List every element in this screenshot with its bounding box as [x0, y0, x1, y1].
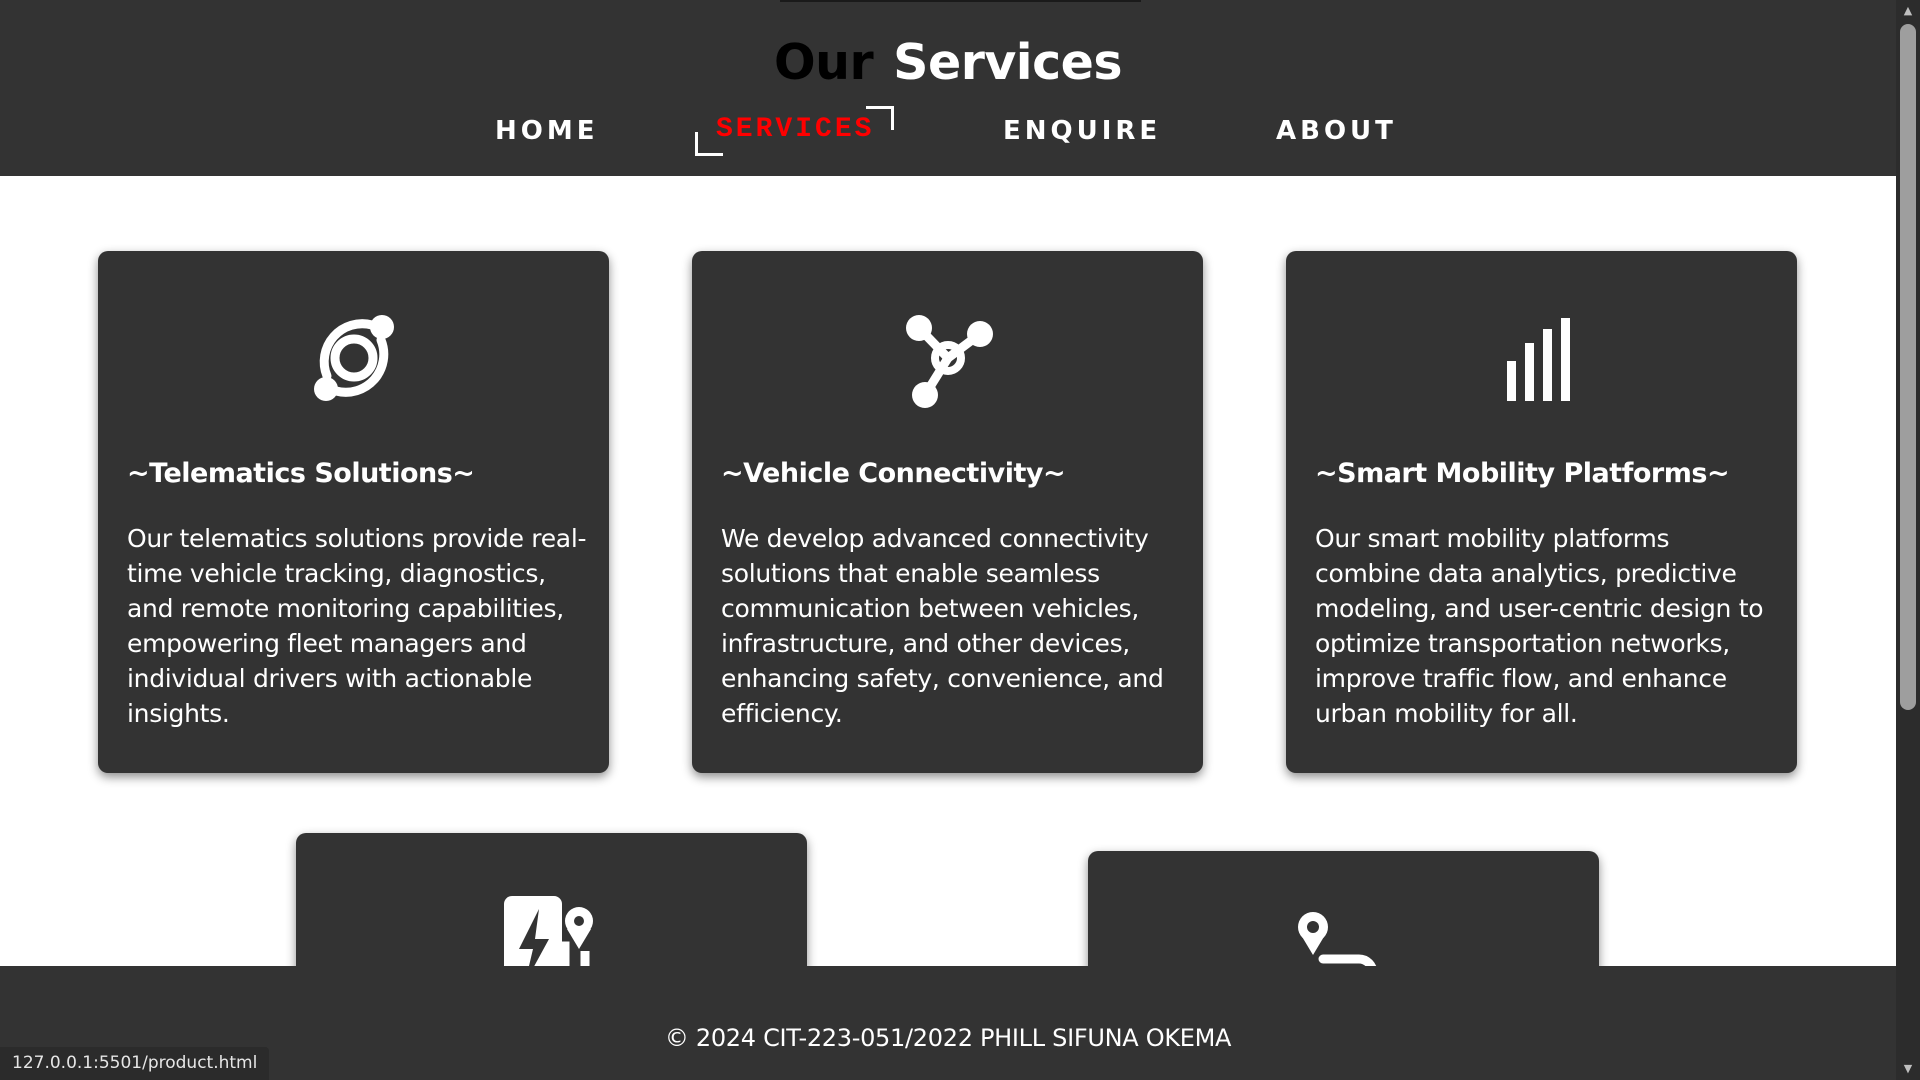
service-title: ~Smart Mobility Platforms~ [1315, 458, 1730, 489]
signal-bars-icon [1506, 318, 1570, 401]
scroll-thumb[interactable] [1900, 24, 1916, 710]
telematics-orbit-icon [313, 315, 394, 401]
service-title: ~Vehicle Connectivity~ [721, 458, 1066, 489]
title-word-services: Services [893, 34, 1123, 91]
page-title: Our Services [0, 34, 1896, 91]
page-scrollbar[interactable]: ▲ ▼ [1896, 0, 1920, 1080]
browser-status-url: 127.0.0.1:5501/product.html [0, 1047, 270, 1080]
nav-enquire[interactable]: ENQUIRE [1003, 116, 1161, 146]
service-card-telematics: ~Telematics Solutions~ Our telematics so… [98, 251, 609, 773]
service-card-connectivity: ~Vehicle Connectivity~ We develop advanc… [692, 251, 1203, 773]
service-card-smart-mobility: ~Smart Mobility Platforms~ Our smart mob… [1286, 251, 1797, 773]
nav-about[interactable]: ABOUT [1276, 116, 1397, 146]
main-nav: HOME SERVICES ENQUIRE ABOUT [0, 114, 1896, 152]
scroll-up-arrow-icon[interactable]: ▲ [1896, 0, 1920, 22]
connectivity-hub-icon [905, 315, 993, 408]
active-nav-bracket-top-right [866, 106, 894, 130]
scroll-down-arrow-icon[interactable]: ▼ [1896, 1058, 1920, 1080]
nav-home[interactable]: HOME [495, 116, 599, 146]
site-header: Our Services HOME SERVICES ENQUIRE ABOUT [0, 0, 1896, 176]
title-word-our: Our [773, 34, 874, 91]
service-description: We develop advanced connectivity solutio… [721, 524, 1164, 728]
footer-copyright: © 2024 CIT-223-051/2022 PHILL SIFUNA OKE… [664, 1024, 1232, 1052]
service-description: Our telematics solutions provide real-ti… [127, 524, 587, 728]
active-nav-bracket-bottom-left [695, 132, 723, 156]
service-title: ~Telematics Solutions~ [127, 458, 475, 489]
service-description: Our smart mobility platforms combine dat… [1315, 524, 1764, 728]
top-indicator-line-dark [780, 0, 1141, 2]
nav-services[interactable]: SERVICES [716, 114, 874, 145]
site-footer: © 2024 CIT-223-051/2022 PHILL SIFUNA OKE… [0, 966, 1896, 1080]
